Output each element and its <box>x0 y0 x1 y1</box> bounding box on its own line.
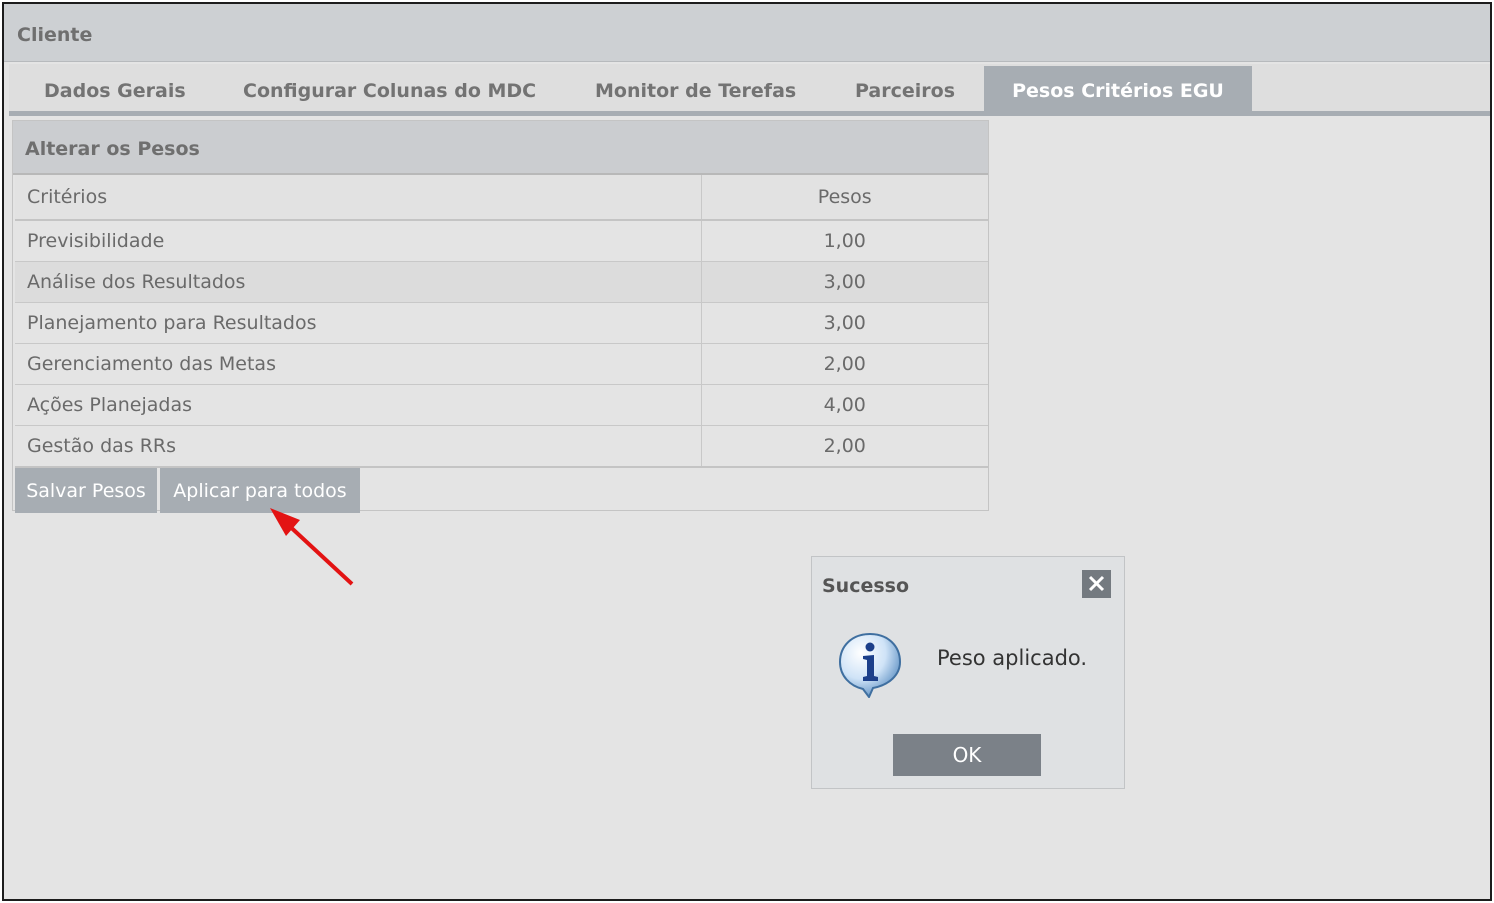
dialog-title: Sucesso <box>822 575 910 597</box>
info-icon <box>837 632 903 702</box>
close-icon[interactable] <box>1082 570 1111 598</box>
ok-button[interactable]: OK <box>893 734 1041 776</box>
application-window: Cliente Dados Gerais Configurar Colunas … <box>2 2 1492 901</box>
success-dialog: Sucesso Peso aplicado. OK <box>811 556 1125 789</box>
annotation-arrow-icon <box>270 508 354 586</box>
dialog-message: Peso aplicado. <box>937 646 1088 670</box>
